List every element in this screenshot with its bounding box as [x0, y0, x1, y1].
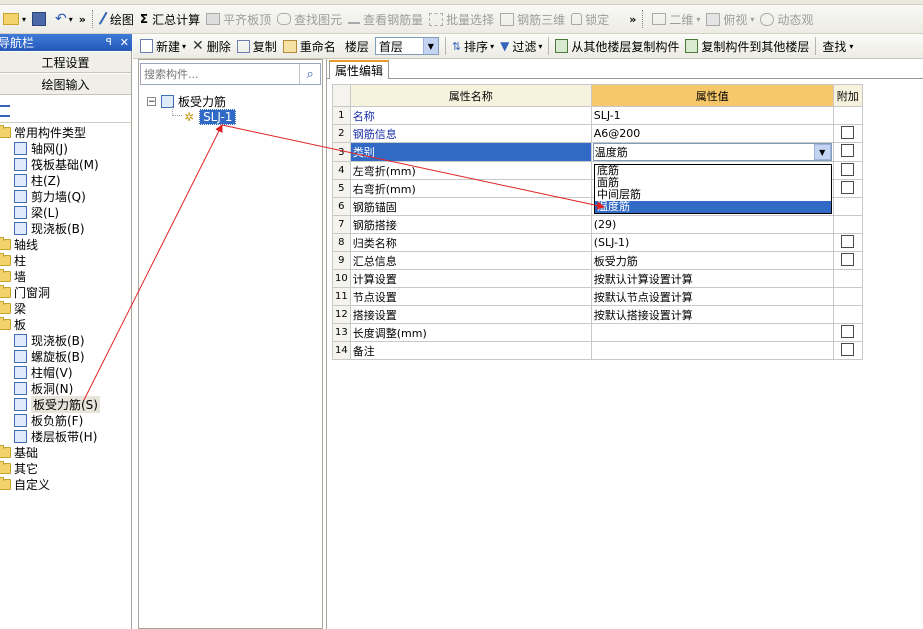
annotation-arrow-1 [83, 124, 223, 401]
annotation-arrows [83, 124, 605, 401]
annotation-arrow-2 [221, 124, 605, 210]
